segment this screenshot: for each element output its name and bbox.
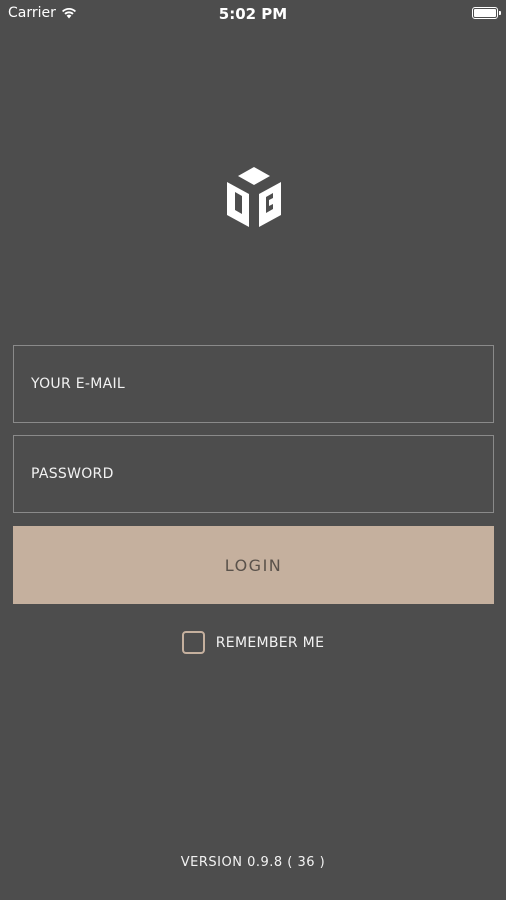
- email-placeholder: YOUR E-MAIL: [31, 376, 126, 392]
- version-label: VERSION 0.9.8 ( 36 ): [180, 855, 326, 870]
- status-time: 5:02 PM: [218, 5, 288, 23]
- password-placeholder: PASSWORD: [31, 466, 114, 482]
- login-button[interactable]: LOGIN: [13, 526, 494, 604]
- password-field[interactable]: PASSWORD: [13, 435, 494, 513]
- battery-icon: [472, 7, 501, 19]
- remember-me-label[interactable]: REMEMBER ME: [216, 635, 324, 651]
- remember-me-checkbox[interactable]: [181, 631, 205, 654]
- email-field[interactable]: YOUR E-MAIL: [13, 345, 494, 423]
- cube-logo-icon: [225, 165, 283, 229]
- status-bar: Carrier 5:02 PM: [0, 0, 506, 28]
- remember-me-row[interactable]: REMEMBER ME: [0, 631, 506, 654]
